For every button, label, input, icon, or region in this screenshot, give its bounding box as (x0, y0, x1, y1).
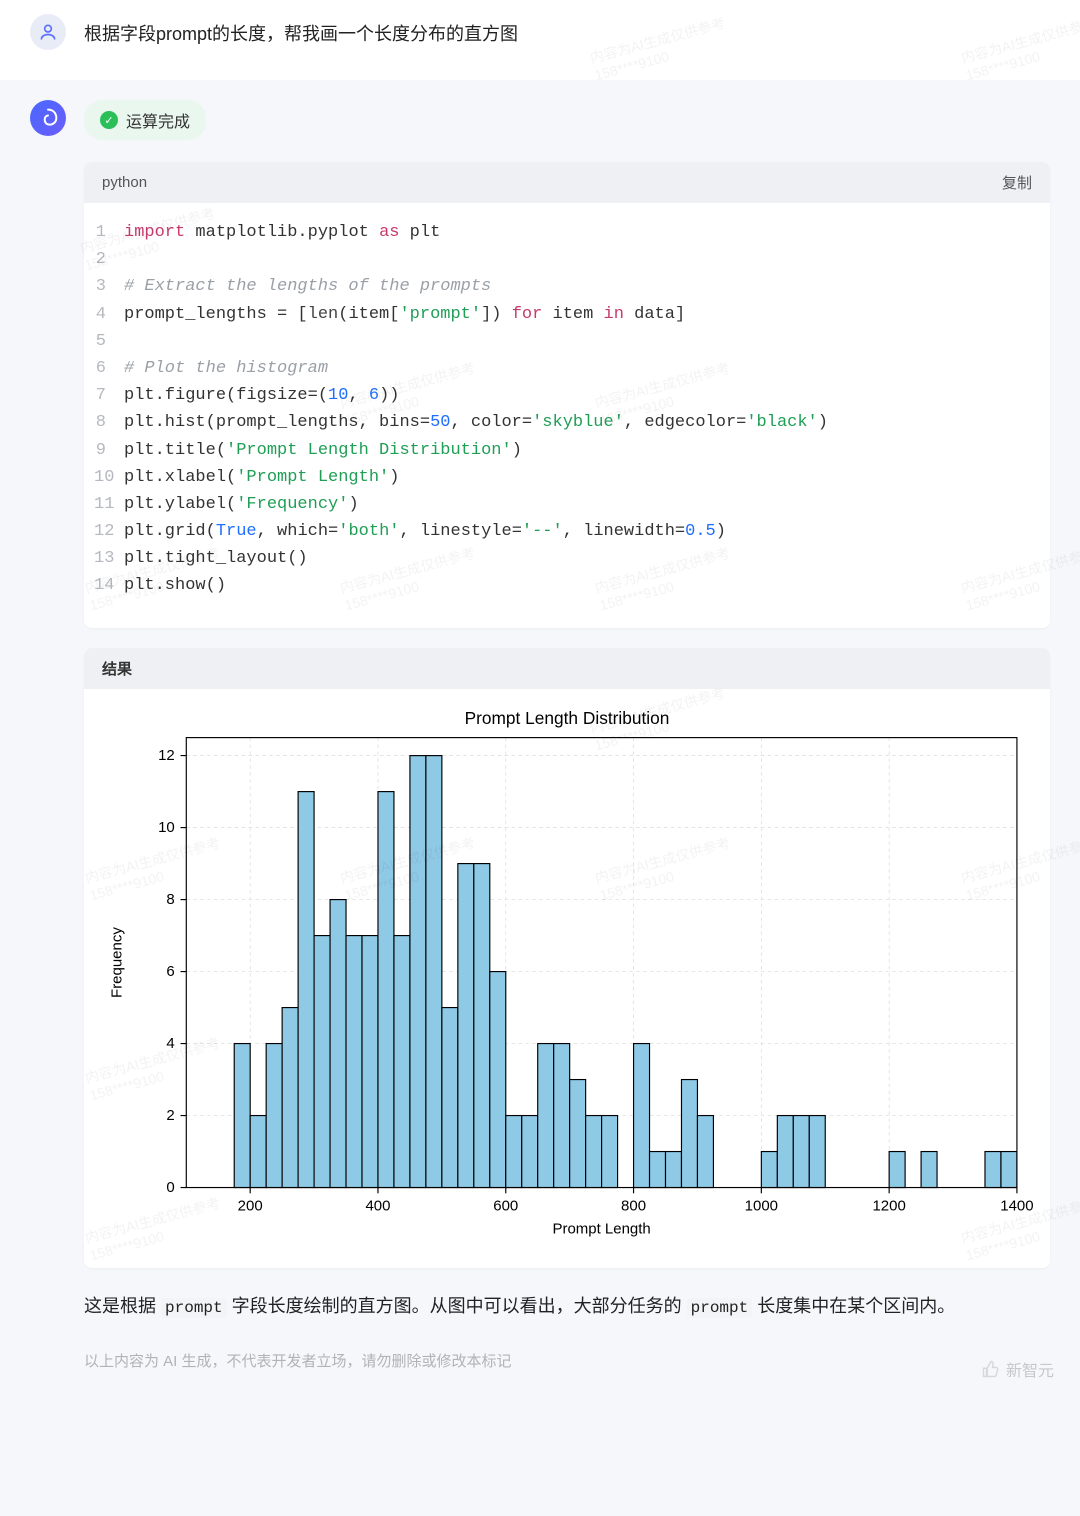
line-content (124, 246, 1040, 273)
svg-text:Frequency: Frequency (109, 926, 126, 997)
code-line: 12plt.grid(True, which='both', linestyle… (94, 518, 1040, 545)
code-language-label: python (102, 174, 147, 191)
summary-part: 这是根据 (84, 1296, 161, 1316)
inline-code: prompt (161, 1298, 227, 1318)
status-label: 运算完成 (126, 108, 190, 132)
svg-text:1400: 1400 (1000, 1197, 1033, 1214)
code-line: 6# Plot the histogram (94, 355, 1040, 382)
line-number: 13 (94, 545, 124, 572)
code-line: 3# Extract the lengths of the prompts (94, 273, 1040, 300)
code-line: 9plt.title('Prompt Length Distribution') (94, 437, 1040, 464)
line-number: 5 (94, 328, 124, 355)
line-number: 14 (94, 572, 124, 599)
disclaimer-text: 以上内容为 AI 生成，不代表开发者立场，请勿删除或修改本标记 (84, 1350, 1050, 1371)
code-line: 4prompt_lengths = [len(item['prompt']) f… (94, 301, 1040, 328)
line-content: plt.tight_layout() (124, 545, 1040, 572)
line-content: # Extract the lengths of the prompts (124, 273, 1040, 300)
code-line: 7plt.figure(figsize=(10, 6)) (94, 382, 1040, 409)
svg-text:12: 12 (158, 747, 175, 764)
result-header-label: 结果 (102, 658, 132, 679)
svg-text:2: 2 (166, 1107, 174, 1124)
svg-text:1200: 1200 (872, 1197, 905, 1214)
copy-button[interactable]: 复制 (1002, 172, 1032, 193)
status-pill: ✓ 运算完成 (84, 100, 206, 140)
svg-text:800: 800 (621, 1197, 646, 1214)
line-number: 1 (94, 219, 124, 246)
code-block: python 复制 1import matplotlib.pyplot as p… (84, 162, 1050, 628)
line-number: 7 (94, 382, 124, 409)
line-number: 12 (94, 518, 124, 545)
code-line: 2 (94, 246, 1040, 273)
svg-text:1000: 1000 (745, 1197, 778, 1214)
line-content: plt.xlabel('Prompt Length') (124, 464, 1040, 491)
user-avatar (30, 14, 66, 50)
code-body[interactable]: 1import matplotlib.pyplot as plt23# Extr… (84, 203, 1050, 628)
line-number: 11 (94, 491, 124, 518)
check-icon: ✓ (100, 111, 118, 129)
line-number: 2 (94, 246, 124, 273)
line-number: 6 (94, 355, 124, 382)
assistant-message-row: ✓ 运算完成 python 复制 1import matplotlib.pypl… (0, 80, 1080, 1401)
line-number: 3 (94, 273, 124, 300)
svg-text:600: 600 (493, 1197, 518, 1214)
line-content: plt.ylabel('Frequency') (124, 491, 1040, 518)
assistant-avatar (30, 100, 66, 136)
swirl-icon (38, 108, 58, 128)
line-content: plt.hist(prompt_lengths, bins=50, color=… (124, 409, 1040, 436)
code-line: 13plt.tight_layout() (94, 545, 1040, 572)
footer-brand: 新智元 (982, 1357, 1054, 1381)
line-content (124, 328, 1040, 355)
user-icon (38, 22, 58, 42)
line-number: 4 (94, 301, 124, 328)
line-content: plt.show() (124, 572, 1040, 599)
result-block: 结果 200 400 600 800 1000 1200 1400 0 2 4 6 8 10 12 Prom… (84, 648, 1050, 1268)
code-line: 8plt.hist(prompt_lengths, bins=50, color… (94, 409, 1040, 436)
svg-text:8: 8 (166, 891, 174, 908)
summary-part: 长度集中在某个区间内。 (752, 1296, 955, 1316)
svg-text:Prompt Length: Prompt Length (552, 1220, 650, 1237)
user-prompt-text: 根据字段prompt的长度，帮我画一个长度分布的直方图 (84, 14, 518, 46)
line-content: import matplotlib.pyplot as plt (124, 219, 1040, 246)
footer-brand-label: 新智元 (1006, 1357, 1054, 1381)
inline-code: prompt (687, 1298, 753, 1318)
svg-text:200: 200 (238, 1197, 263, 1214)
svg-text:Prompt Length Distribution: Prompt Length Distribution (465, 707, 670, 727)
svg-text:10: 10 (158, 819, 175, 836)
code-header: python 复制 (84, 162, 1050, 203)
line-number: 10 (94, 464, 124, 491)
svg-text:0: 0 (166, 1179, 174, 1196)
line-content: plt.grid(True, which='both', linestyle='… (124, 518, 1040, 545)
result-body: 200 400 600 800 1000 1200 1400 0 2 4 6 8 10 12 Prompt … (84, 689, 1050, 1268)
svg-text:4: 4 (166, 1035, 174, 1052)
line-content: prompt_lengths = [len(item['prompt']) fo… (124, 301, 1040, 328)
line-content: # Plot the histogram (124, 355, 1040, 382)
line-number: 8 (94, 409, 124, 436)
code-line: 11plt.ylabel('Frequency') (94, 491, 1040, 518)
code-line: 10plt.xlabel('Prompt Length') (94, 464, 1040, 491)
line-number: 9 (94, 437, 124, 464)
user-message-row: 根据字段prompt的长度，帮我画一个长度分布的直方图 (0, 0, 1080, 80)
histogram-chart: 200 400 600 800 1000 1200 1400 0 2 4 6 8 10 12 Prompt … (94, 703, 1040, 1250)
result-header: 结果 (84, 648, 1050, 689)
summary-text: 这是根据 prompt 字段长度绘制的直方图。从图中可以看出，大部分任务的 pr… (84, 1288, 1050, 1324)
line-content: plt.title('Prompt Length Distribution') (124, 437, 1040, 464)
code-line: 1import matplotlib.pyplot as plt (94, 219, 1040, 246)
svg-text:400: 400 (365, 1197, 390, 1214)
code-line: 5 (94, 328, 1040, 355)
code-line: 14plt.show() (94, 572, 1040, 599)
thumbs-up-icon (982, 1360, 1000, 1378)
line-content: plt.figure(figsize=(10, 6)) (124, 382, 1040, 409)
svg-text:6: 6 (166, 963, 174, 980)
summary-part: 字段长度绘制的直方图。从图中可以看出，大部分任务的 (227, 1296, 687, 1316)
